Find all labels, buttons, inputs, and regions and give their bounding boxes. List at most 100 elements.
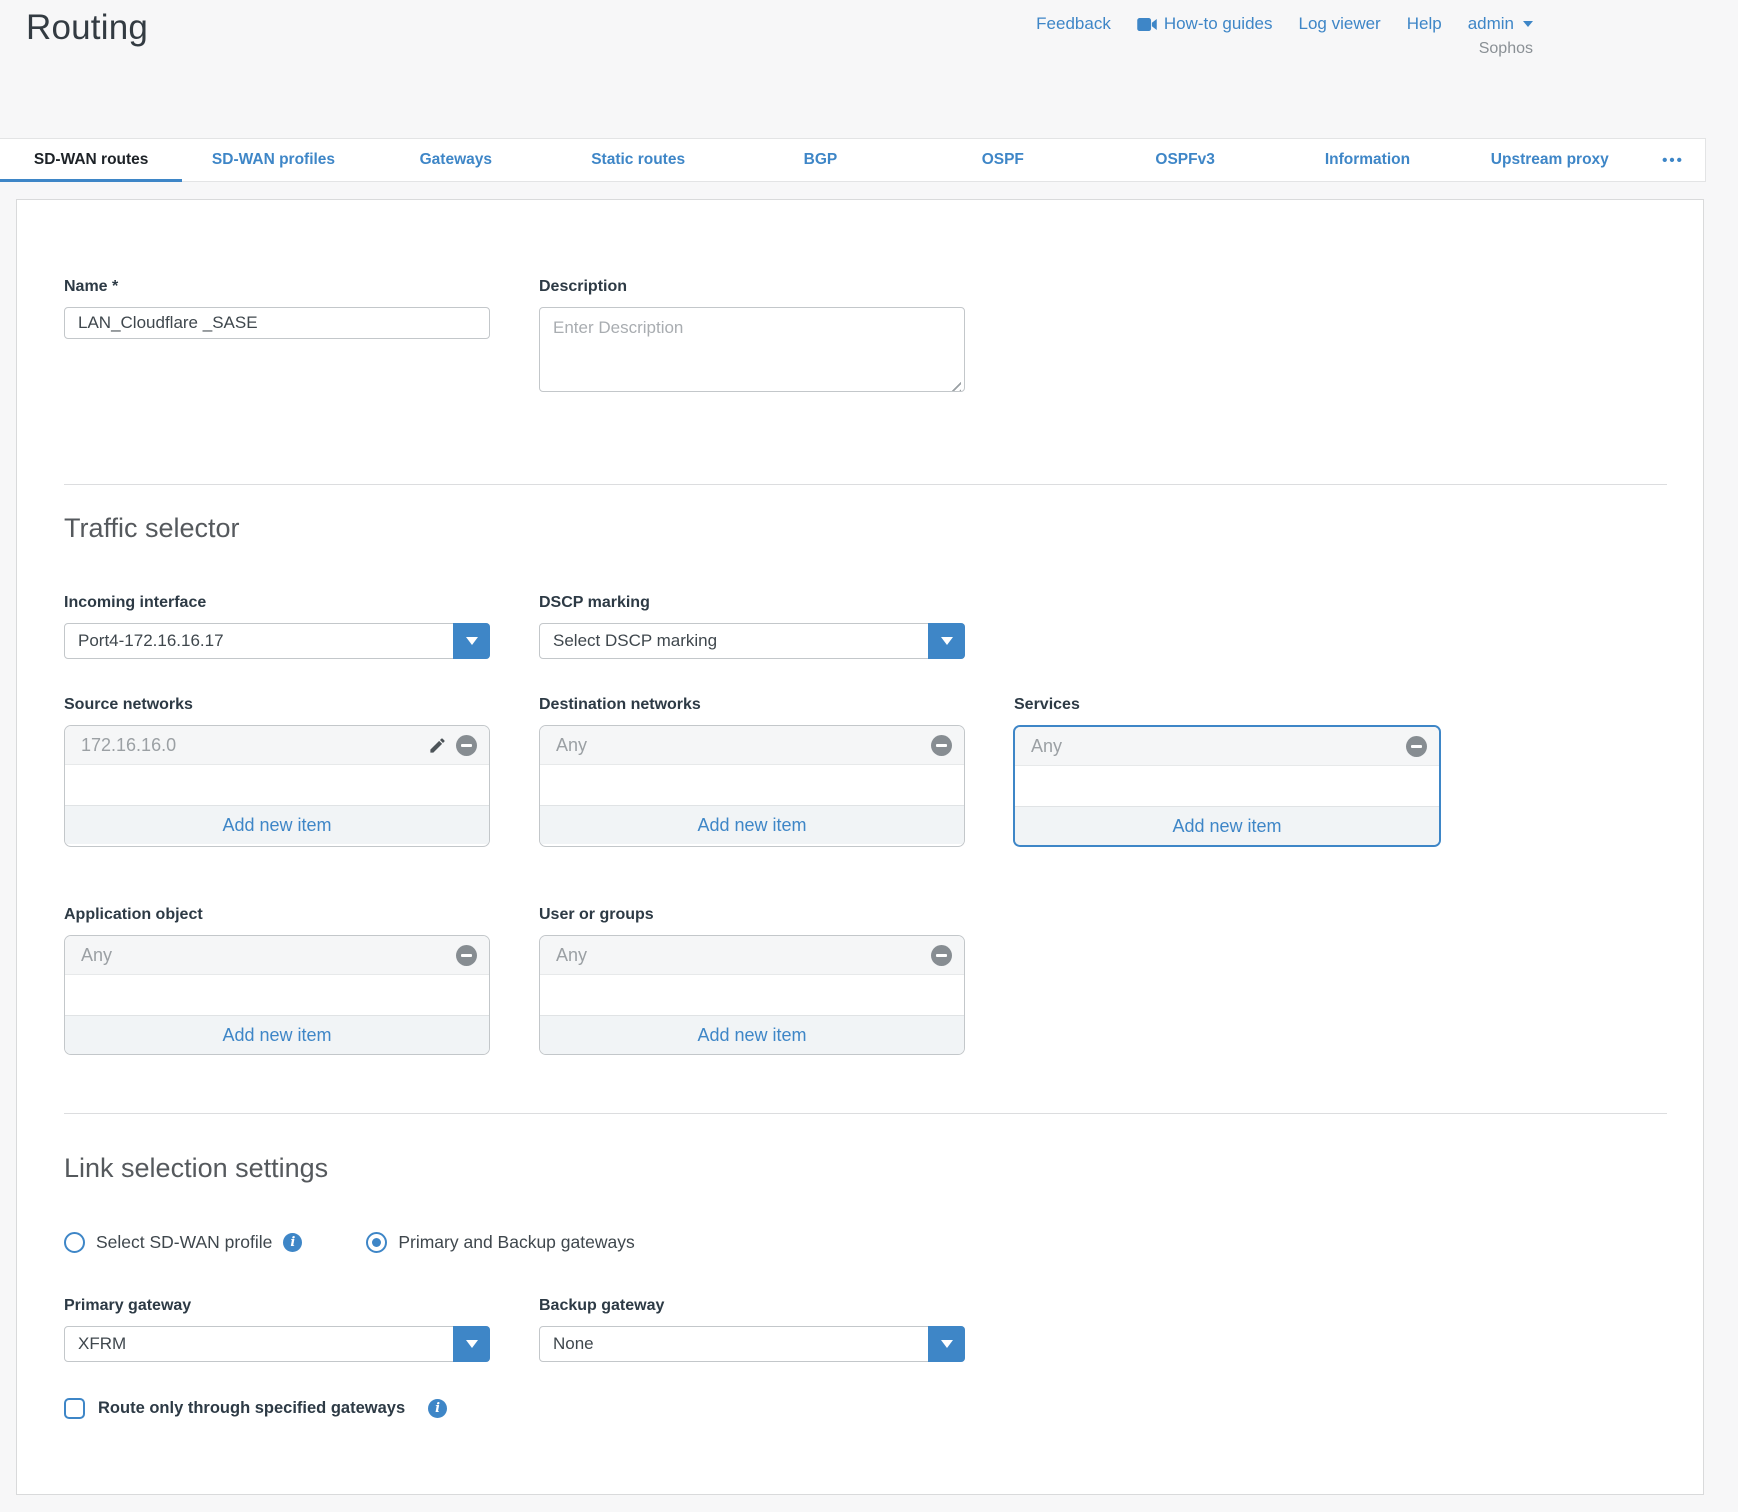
chevron-down-icon[interactable] [453, 1326, 490, 1362]
log-viewer-link[interactable]: Log viewer [1299, 14, 1381, 34]
radio-select-sdwan-profile[interactable]: Select SD-WAN profile i [64, 1232, 302, 1253]
edit-icon[interactable] [428, 736, 447, 755]
tab-ospf[interactable]: OSPF [912, 139, 1094, 181]
log-viewer-label: Log viewer [1299, 14, 1381, 34]
page-header: Routing Feedback How-to guides Log viewe… [0, 0, 1738, 138]
services-label: Services [1014, 696, 1440, 714]
destination-networks-label: Destination networks [539, 696, 965, 714]
link-selection-heading: Link selection settings [64, 1153, 1667, 1184]
top-nav: Feedback How-to guides Log viewer Help a… [1036, 14, 1533, 34]
source-networks-item-value: 172.16.16.0 [81, 735, 428, 756]
video-camera-icon [1137, 18, 1157, 31]
incoming-interface-select[interactable]: Port4-172.16.16.17 [64, 623, 490, 659]
user-menu[interactable]: admin [1468, 14, 1533, 34]
remove-icon[interactable] [456, 945, 477, 966]
source-networks-box: 172.16.16.0 Add new item [64, 725, 490, 847]
destination-networks-empty-area [540, 765, 964, 805]
application-object-label: Application object [64, 906, 490, 924]
destination-networks-box: Any Add new item [539, 725, 965, 847]
radio-checked-icon[interactable] [366, 1232, 387, 1253]
tab-sd-wan-routes[interactable]: SD-WAN routes [0, 139, 182, 181]
source-networks-add-button[interactable]: Add new item [65, 805, 489, 844]
application-object-add-button[interactable]: Add new item [65, 1015, 489, 1054]
tab-bar: SD-WAN routes SD-WAN profiles Gateways S… [0, 138, 1706, 182]
services-add-button[interactable]: Add new item [1015, 806, 1439, 845]
application-object-item-value: Any [81, 945, 456, 966]
brand-label: Sophos [1479, 40, 1533, 58]
services-item-value: Any [1031, 736, 1406, 757]
info-icon[interactable]: i [283, 1233, 302, 1252]
description-label: Description [539, 278, 965, 296]
radio-icon[interactable] [64, 1232, 85, 1253]
user-or-groups-label: User or groups [539, 906, 965, 924]
backup-gateway-select[interactable]: None [539, 1326, 965, 1362]
dscp-marking-select[interactable]: Select DSCP marking [539, 623, 965, 659]
application-object-item: Any [65, 936, 489, 975]
section-divider [64, 1113, 1667, 1114]
page-title: Routing [26, 8, 148, 48]
help-link[interactable]: Help [1407, 14, 1442, 34]
tab-bgp[interactable]: BGP [729, 139, 911, 181]
sd-wan-route-form: Name * Description Traffic selector Inco… [16, 199, 1704, 1495]
howto-guides-label: How-to guides [1164, 14, 1273, 34]
source-networks-item: 172.16.16.0 [65, 726, 489, 765]
backup-gateway-label: Backup gateway [539, 1297, 965, 1315]
primary-gateway-select[interactable]: XFRM [64, 1326, 490, 1362]
route-only-label: Route only through specified gateways [98, 1399, 405, 1418]
services-empty-area [1015, 766, 1439, 806]
route-only-checkbox[interactable] [64, 1398, 85, 1419]
feedback-link[interactable]: Feedback [1036, 14, 1111, 34]
name-label: Name * [64, 278, 490, 296]
user-or-groups-item-value: Any [556, 945, 931, 966]
tab-sd-wan-profiles[interactable]: SD-WAN profiles [182, 139, 364, 181]
name-field-group: Name * [64, 278, 490, 397]
radio-primary-backup-gateways[interactable]: Primary and Backup gateways [366, 1232, 634, 1253]
services-box: Any Add new item [1013, 725, 1441, 847]
radio-primary-backup-label: Primary and Backup gateways [398, 1232, 634, 1253]
route-only-row: Route only through specified gateways i [64, 1398, 1667, 1419]
more-tabs-button[interactable]: ••• [1641, 139, 1705, 181]
source-networks-empty-area [65, 765, 489, 805]
tab-upstream-proxy[interactable]: Upstream proxy [1459, 139, 1641, 181]
user-menu-label: admin [1468, 14, 1514, 34]
description-textarea[interactable] [539, 307, 965, 392]
section-divider [64, 484, 1667, 485]
feedback-link-label: Feedback [1036, 14, 1111, 34]
dscp-marking-label: DSCP marking [539, 594, 965, 612]
traffic-selector-heading: Traffic selector [64, 513, 1667, 544]
chevron-down-icon[interactable] [928, 1326, 965, 1362]
radio-select-sdwan-profile-label: Select SD-WAN profile [96, 1232, 272, 1253]
remove-icon[interactable] [931, 945, 952, 966]
incoming-interface-value: Port4-172.16.16.17 [65, 631, 453, 651]
user-or-groups-item: Any [540, 936, 964, 975]
chevron-down-icon[interactable] [453, 623, 490, 659]
chevron-down-icon[interactable] [928, 623, 965, 659]
tab-static-routes[interactable]: Static routes [547, 139, 729, 181]
name-input[interactable] [64, 307, 490, 339]
tab-information[interactable]: Information [1276, 139, 1458, 181]
help-label: Help [1407, 14, 1442, 34]
remove-icon[interactable] [1406, 736, 1427, 757]
services-item: Any [1015, 727, 1439, 766]
destination-networks-add-button[interactable]: Add new item [540, 805, 964, 844]
user-or-groups-box: Any Add new item [539, 935, 965, 1055]
description-field-group: Description [539, 278, 965, 397]
remove-icon[interactable] [456, 735, 477, 756]
chevron-down-icon [1523, 21, 1533, 27]
destination-networks-item-value: Any [556, 735, 931, 756]
user-or-groups-add-button[interactable]: Add new item [540, 1015, 964, 1054]
primary-gateway-value: XFRM [65, 1334, 453, 1354]
source-networks-label: Source networks [64, 696, 490, 714]
info-icon[interactable]: i [428, 1399, 447, 1418]
tab-gateways[interactable]: Gateways [365, 139, 547, 181]
howto-guides-link[interactable]: How-to guides [1137, 14, 1273, 34]
user-or-groups-empty-area [540, 975, 964, 1015]
incoming-interface-label: Incoming interface [64, 594, 490, 612]
remove-icon[interactable] [931, 735, 952, 756]
destination-networks-item: Any [540, 726, 964, 765]
tab-ospfv3[interactable]: OSPFv3 [1094, 139, 1276, 181]
dscp-marking-value: Select DSCP marking [540, 631, 928, 651]
primary-gateway-label: Primary gateway [64, 1297, 490, 1315]
link-selection-options: Select SD-WAN profile i Primary and Back… [64, 1232, 1667, 1253]
application-object-empty-area [65, 975, 489, 1015]
